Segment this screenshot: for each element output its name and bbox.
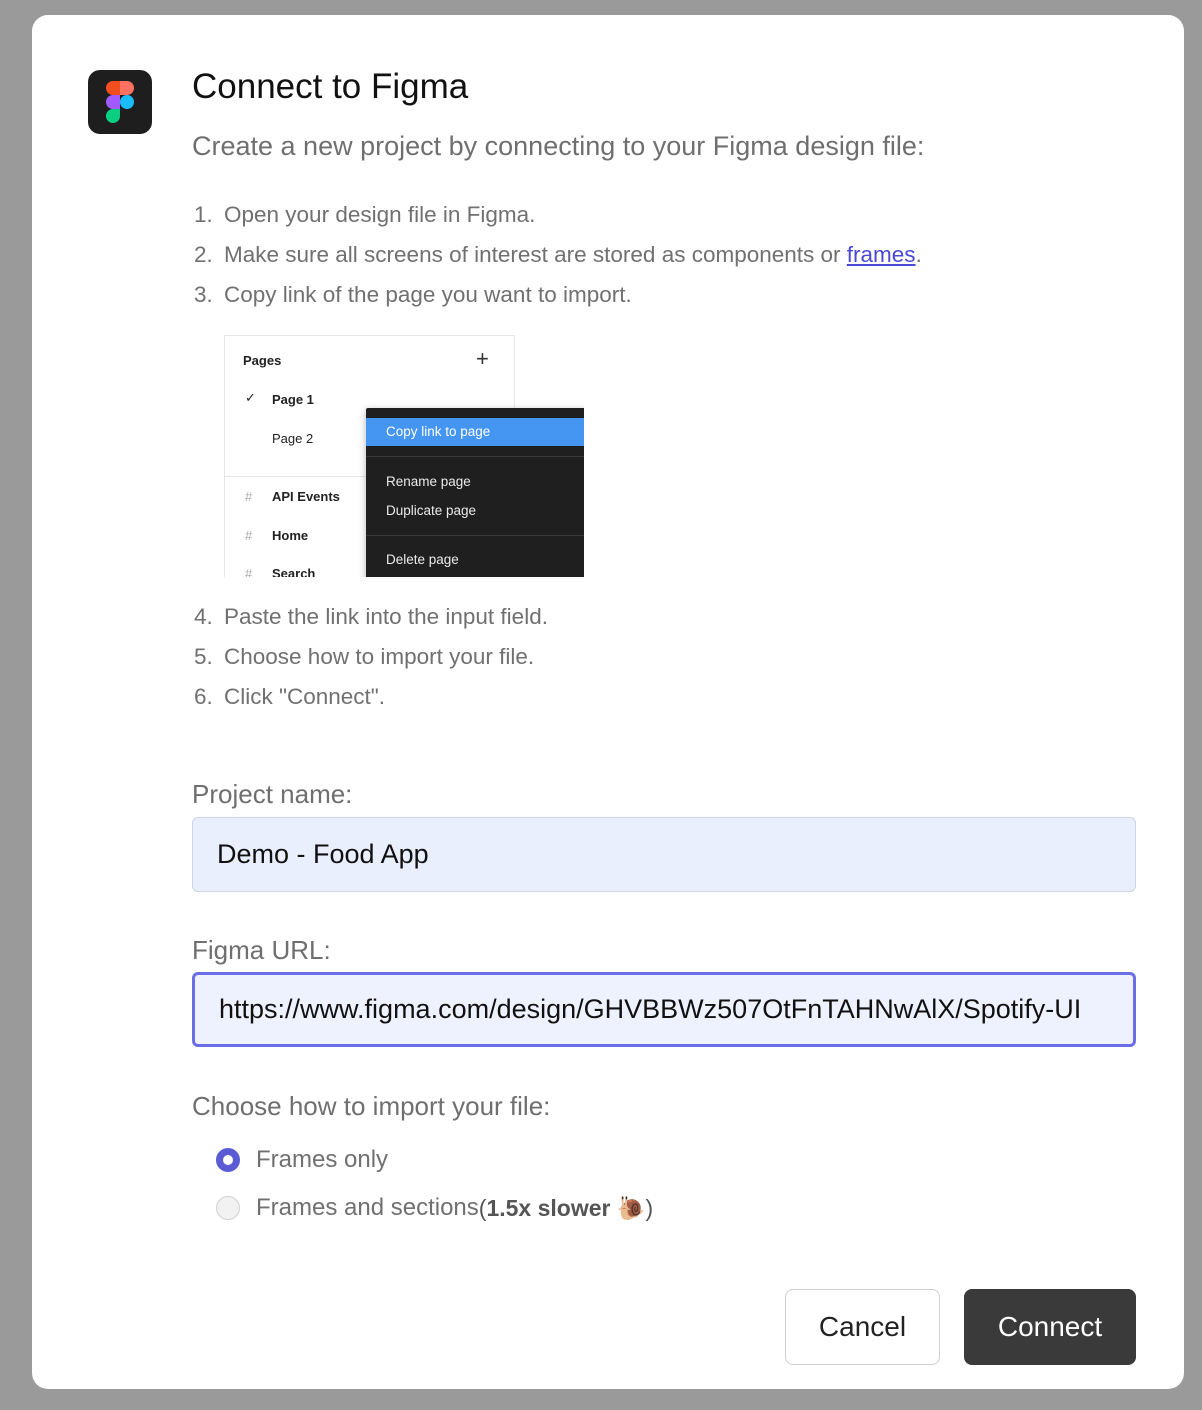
radio-label: Frames only xyxy=(256,1146,389,1173)
cancel-button[interactable]: Cancel xyxy=(785,1289,940,1365)
pages-header: Pages xyxy=(243,353,282,368)
menu-item-duplicate: Duplicate page xyxy=(386,503,477,518)
dialog-subtitle: Create a new project by connecting to yo… xyxy=(192,131,925,161)
step-number: 6. xyxy=(194,684,213,709)
project-name-label: Project name: xyxy=(192,779,353,809)
figma-url-label: Figma URL: xyxy=(192,935,331,965)
menu-item-copy-link: Copy link to page xyxy=(366,418,584,446)
step-item: 6. Click "Connect". xyxy=(194,677,548,717)
frame-label: Search xyxy=(272,566,316,577)
check-icon: ✓ xyxy=(245,390,256,405)
connect-dialog: Connect to Figma Create a new project by… xyxy=(32,15,1184,1389)
project-name-input[interactable] xyxy=(192,817,1136,892)
menu-item-delete: Delete page xyxy=(386,552,459,567)
steps-list-part2: 4. Paste the link into the input field. 5… xyxy=(194,597,548,717)
step-item: 3. Copy link of the page you want to impo… xyxy=(194,275,922,315)
slower-text: 1.5x slower xyxy=(486,1194,611,1221)
copy-link-illustration: Pages + ✓ Page 1 Page 2 # API Events # Hom… xyxy=(224,335,584,577)
menu-separator xyxy=(366,456,584,457)
radio-label: Frames and sections xyxy=(256,1194,479,1221)
frame-label: API Events xyxy=(272,489,340,504)
step-number: 4. xyxy=(194,604,213,629)
slower-note: (1.5x slower 🐌) xyxy=(479,1195,653,1222)
plus-icon: + xyxy=(476,346,489,371)
step-item: 1. Open your design file in Figma. xyxy=(194,195,922,235)
page-item: Page 1 xyxy=(272,392,314,407)
step-text: Paste the link into the input field. xyxy=(224,604,548,629)
menu-item-rename: Rename page xyxy=(386,474,471,489)
snail-icon: 🐌 xyxy=(610,1194,646,1221)
step-number: 2. xyxy=(194,242,213,267)
context-menu: Copy link to page Rename page Duplicate … xyxy=(366,408,584,577)
figma-url-input[interactable] xyxy=(192,972,1136,1047)
step-text: Choose how to import your file. xyxy=(224,644,535,669)
step-text: Open your design file in Figma. xyxy=(224,202,536,227)
step-item: 4. Paste the link into the input field. xyxy=(194,597,548,637)
connect-button[interactable]: Connect xyxy=(964,1289,1136,1365)
frame-label: Home xyxy=(272,528,309,543)
radio-unchecked-icon[interactable] xyxy=(216,1196,240,1220)
figma-logo-icon xyxy=(88,70,152,134)
frame-icon: # xyxy=(245,528,253,543)
step-text: Click "Connect". xyxy=(224,684,386,709)
frame-item: # Home xyxy=(245,528,308,543)
frame-icon: # xyxy=(245,489,253,504)
paren-close: ) xyxy=(645,1194,654,1221)
import-method-label: Choose how to import your file: xyxy=(192,1091,551,1121)
radio-checked-icon[interactable] xyxy=(216,1148,240,1172)
page-item: Page 2 xyxy=(272,431,314,446)
menu-separator xyxy=(366,535,584,536)
step-item: 5. Choose how to import your file. xyxy=(194,637,548,677)
frames-link[interactable]: frames xyxy=(847,242,916,267)
frame-icon: # xyxy=(245,566,253,577)
step-item: 2. Make sure all screens of interest are … xyxy=(194,235,922,275)
step-text: Copy link of the page you want to import… xyxy=(224,282,632,307)
steps-list-part1: 1. Open your design file in Figma. 2. Make… xyxy=(194,195,922,315)
frame-item: # Search xyxy=(245,566,315,577)
step-text-end: . xyxy=(915,242,922,267)
dialog-title: Connect to Figma xyxy=(192,67,469,106)
step-text: Make sure all screens of interest are st… xyxy=(224,242,847,267)
step-number: 3. xyxy=(194,282,213,307)
step-number: 5. xyxy=(194,644,213,669)
frame-item: # API Events xyxy=(245,489,340,504)
step-number: 1. xyxy=(194,202,213,227)
radio-frames-and-sections[interactable]: Frames and sections (1.5x slower 🐌) xyxy=(216,1193,653,1223)
radio-frames-only[interactable]: Frames only xyxy=(216,1145,388,1175)
